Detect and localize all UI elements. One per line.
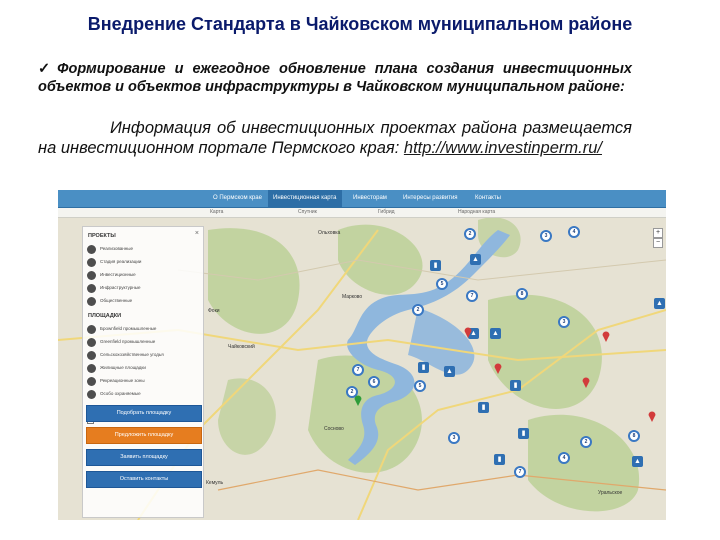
- leave-contacts-button[interactable]: Оставить контакты: [86, 471, 202, 488]
- project-marker[interactable]: 7: [352, 364, 364, 376]
- town-label: Фоки: [208, 308, 220, 314]
- factory-icon[interactable]: ▲: [632, 456, 643, 467]
- project-marker[interactable]: 5: [436, 278, 448, 290]
- declare-site-button[interactable]: Заявить площадку: [86, 449, 202, 466]
- factory-icon[interactable]: ▲: [444, 366, 455, 377]
- building-icon[interactable]: ▮: [494, 454, 505, 465]
- info-paragraph: Информация об инвестиционных проектах ра…: [38, 118, 632, 158]
- layer-people[interactable]: Народная карта: [458, 208, 495, 217]
- nav-item-about[interactable]: О Пермском крае: [208, 190, 267, 207]
- filter-projects-item[interactable]: Инфраструктурные: [87, 284, 199, 294]
- location-pin-icon[interactable]: [354, 394, 362, 406]
- town-label: Кемуль: [206, 480, 224, 486]
- town-label: Чайковский: [228, 344, 255, 350]
- building-icon[interactable]: ▮: [418, 362, 429, 373]
- project-marker[interactable]: 8: [516, 288, 528, 300]
- factory-icon[interactable]: ▲: [654, 298, 665, 309]
- project-marker[interactable]: 4: [558, 452, 570, 464]
- layer-hybrid[interactable]: Гибрид: [378, 208, 395, 217]
- project-marker[interactable]: 7: [514, 466, 526, 478]
- location-pin-icon[interactable]: [494, 362, 502, 374]
- project-marker[interactable]: 3: [558, 316, 570, 328]
- category-icon: [87, 297, 96, 306]
- filter-platforms-item[interactable]: Особо охраняемые: [87, 390, 199, 400]
- nav-item-investors[interactable]: Инвесторам: [348, 190, 392, 207]
- building-icon[interactable]: ▮: [518, 428, 529, 439]
- slide-title: Внедрение Стандарта в Чайковском муницип…: [87, 14, 633, 34]
- town-label: Ольховка: [318, 230, 341, 236]
- layer-map[interactable]: Карта: [210, 208, 223, 217]
- map-navbar: О Пермском крае Инвестиционная карта Инв…: [58, 190, 666, 208]
- location-pin-icon[interactable]: [464, 326, 472, 338]
- filter-platforms-item[interactable]: Сельскохозяйственные угодья: [87, 351, 199, 361]
- project-marker[interactable]: 2: [412, 304, 424, 316]
- building-icon[interactable]: ▮: [510, 380, 521, 391]
- nav-item-contacts[interactable]: Контакты: [470, 190, 506, 207]
- nav-item-investment-map[interactable]: Инвестиционная карта: [268, 190, 342, 207]
- factory-icon[interactable]: ▲: [470, 254, 481, 265]
- filter-projects-item[interactable]: Стадия реализации: [87, 258, 199, 268]
- category-icon: [87, 325, 96, 334]
- category-icon: [87, 271, 96, 280]
- building-icon[interactable]: ▮: [478, 402, 489, 413]
- location-pin-icon[interactable]: [582, 376, 590, 388]
- category-icon: [87, 338, 96, 347]
- close-icon[interactable]: ×: [195, 230, 199, 237]
- category-icon: [87, 364, 96, 373]
- town-label: Марково: [342, 294, 363, 300]
- filter-platforms-item[interactable]: Брownfield промышленные: [87, 325, 199, 335]
- zoom-in-button[interactable]: +: [653, 228, 663, 238]
- filter-platforms-item[interactable]: Жилищные площадки: [87, 364, 199, 374]
- filter-platforms-item[interactable]: Рекреационные зоны: [87, 377, 199, 387]
- nav-item-development[interactable]: Интересы развития: [398, 190, 463, 207]
- project-marker[interactable]: 6: [368, 376, 380, 388]
- category-icon: [87, 390, 96, 399]
- pick-site-button[interactable]: Подобрать площадку: [86, 405, 202, 422]
- project-marker[interactable]: 4: [568, 226, 580, 238]
- zoom-out-button[interactable]: −: [653, 238, 663, 248]
- project-marker[interactable]: 5: [414, 380, 426, 392]
- portal-link[interactable]: http://www.investinperm.ru/: [404, 139, 602, 157]
- town-label: Сосново: [324, 426, 344, 432]
- building-icon[interactable]: ▮: [430, 260, 441, 271]
- project-marker[interactable]: 7: [466, 290, 478, 302]
- layer-satellite[interactable]: Спутник: [298, 208, 317, 217]
- filter-projects-item[interactable]: Общественные: [87, 297, 199, 307]
- project-marker[interactable]: 8: [628, 430, 640, 442]
- check-icon: ✓: [38, 61, 56, 77]
- category-icon: [87, 245, 96, 254]
- bullet-paragraph: ✓ Формирование и ежегодное обновление пла…: [38, 60, 632, 96]
- location-pin-icon[interactable]: [602, 330, 610, 342]
- platforms-heading: ПЛОЩАДКИ: [88, 313, 122, 319]
- projects-heading: ПРОЕКТЫ: [88, 233, 116, 239]
- map-layer-bar: Карта Спутник Гибрид Народная карта: [58, 208, 666, 218]
- project-marker[interactable]: 3: [540, 230, 552, 242]
- project-marker[interactable]: 3: [448, 432, 460, 444]
- town-label: Уральское: [598, 490, 623, 496]
- filter-platforms-item[interactable]: Greenfield промышленные: [87, 338, 199, 348]
- bullet-text: Формирование и ежегодное обновление план…: [38, 61, 632, 95]
- category-icon: [87, 377, 96, 386]
- investment-map[interactable]: О Пермском крае Инвестиционная карта Инв…: [58, 190, 666, 520]
- filter-projects-item[interactable]: Инвестиционные: [87, 271, 199, 281]
- project-marker[interactable]: 2: [464, 228, 476, 240]
- category-icon: [87, 284, 96, 293]
- filter-projects-item[interactable]: Реализованные: [87, 245, 199, 255]
- offer-site-button[interactable]: Предложить площадку: [86, 427, 202, 444]
- project-marker[interactable]: 2: [580, 436, 592, 448]
- factory-icon[interactable]: ▲: [490, 328, 501, 339]
- category-icon: [87, 258, 96, 267]
- location-pin-icon[interactable]: [648, 410, 656, 422]
- category-icon: [87, 351, 96, 360]
